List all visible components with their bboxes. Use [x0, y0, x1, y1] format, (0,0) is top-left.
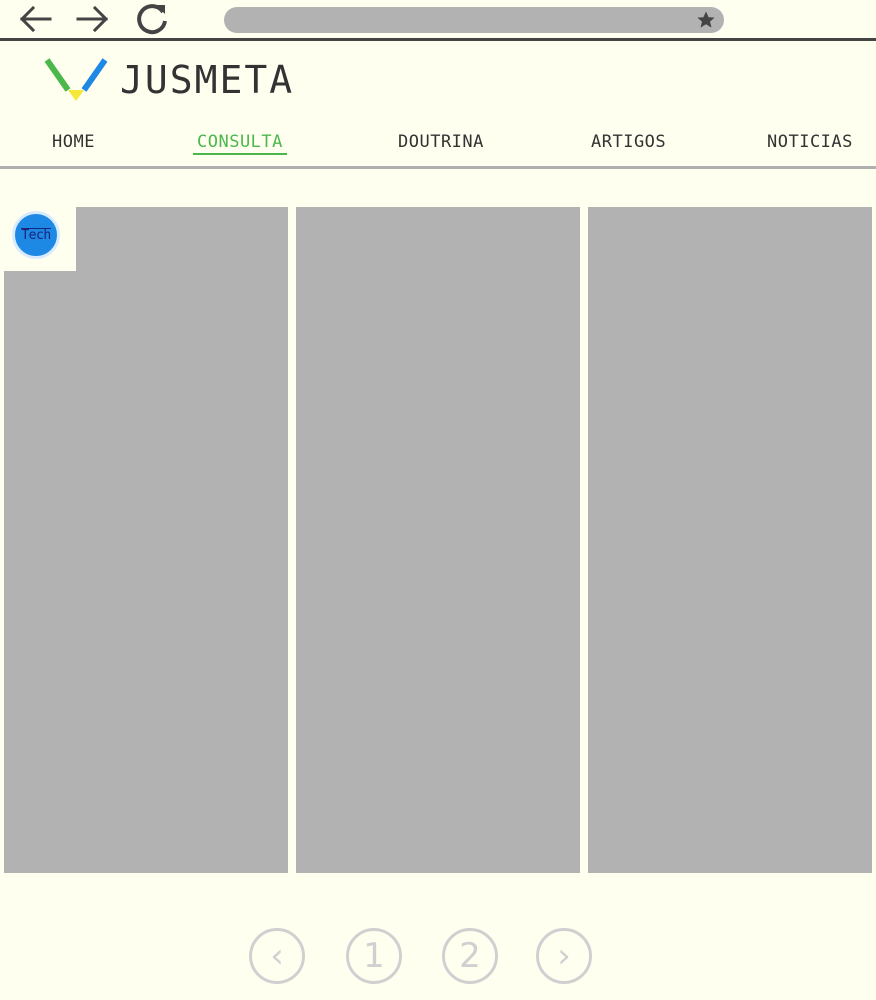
content-card[interactable]	[4, 207, 288, 873]
pagination-prev-button[interactable]: ‹	[249, 928, 305, 984]
pagination-page-2[interactable]: 2	[442, 928, 498, 984]
page-number: 1	[363, 936, 385, 976]
forward-button[interactable]	[72, 0, 112, 38]
nav-item-home[interactable]: HOME	[52, 132, 95, 152]
browser-toolbar	[0, 0, 876, 41]
arrow-left-icon	[19, 5, 52, 33]
pagination-next-button[interactable]: ›	[536, 928, 592, 984]
tech-badge[interactable]: Tech	[12, 211, 60, 259]
chevron-left-icon: ‹	[270, 936, 284, 976]
address-bar[interactable]	[224, 7, 724, 33]
content-card[interactable]	[296, 207, 580, 873]
nav-item-doutrina[interactable]: DOUTRINA	[398, 132, 484, 152]
page-number: 2	[459, 936, 481, 976]
nav-item-artigos[interactable]: ARTIGOS	[591, 132, 666, 152]
arrow-right-icon	[76, 5, 109, 33]
tech-badge-label: Tech	[21, 227, 51, 243]
chevron-right-icon: ›	[557, 936, 571, 976]
nav-item-noticias[interactable]: NOTICIAS	[767, 132, 853, 152]
site-title[interactable]: JUSMETA	[120, 58, 294, 102]
reload-icon	[137, 4, 167, 35]
pagination-page-1[interactable]: 1	[346, 928, 402, 984]
back-button[interactable]	[16, 0, 56, 38]
nav-item-consulta[interactable]: CONSULTA	[193, 132, 287, 155]
jusmeta-logo[interactable]	[44, 56, 110, 104]
reload-button[interactable]	[132, 0, 172, 38]
page: JUSMETA HOME CONSULTA DOUTRINA ARTIGOS N…	[0, 0, 876, 1000]
content-card[interactable]	[588, 207, 872, 873]
main-nav: HOME CONSULTA DOUTRINA ARTIGOS NOTICIAS	[0, 126, 876, 169]
star-icon[interactable]	[696, 10, 716, 30]
